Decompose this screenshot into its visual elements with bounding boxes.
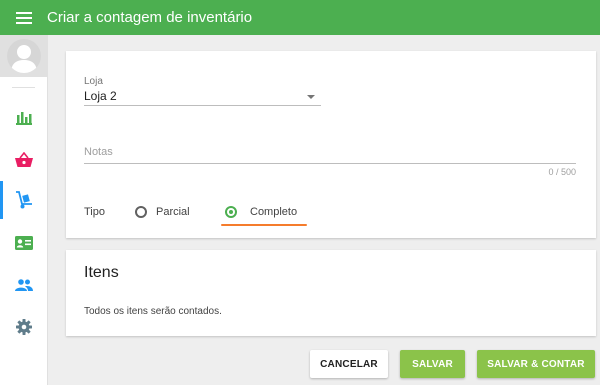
basket-icon <box>14 151 33 167</box>
store-select-value: Loja 2 <box>84 89 117 103</box>
page-title: Criar a contagem de inventário <box>47 9 253 26</box>
notes-underline <box>84 163 576 164</box>
selection-highlight <box>221 224 307 226</box>
count-form-card: Loja Loja 2 Notas 0 / 500 Tipo Parcial C… <box>66 51 596 238</box>
store-select-underline <box>84 105 321 106</box>
radio-parcial[interactable] <box>135 206 147 218</box>
cancel-button[interactable]: CANCELAR <box>310 350 388 378</box>
notes-input[interactable]: Notas <box>84 146 113 158</box>
menu-button[interactable] <box>0 0 47 35</box>
save-button[interactable]: SALVAR <box>400 350 465 378</box>
avatar[interactable] <box>6 39 41 73</box>
gear-icon <box>15 319 32 335</box>
bar-chart-icon <box>15 112 32 125</box>
people-icon <box>14 279 33 291</box>
sidebar-item-settings[interactable] <box>0 308 47 346</box>
sidebar-item-reports[interactable] <box>0 99 47 137</box>
hamburger-menu-icon <box>15 11 32 24</box>
sidebar-item-inventory[interactable] <box>0 181 47 219</box>
items-card: Itens Todos os itens serão contados. <box>66 250 596 336</box>
notes-counter: 0 / 500 <box>548 167 576 177</box>
radio-completo[interactable] <box>225 206 237 218</box>
avatar-area[interactable] <box>0 35 47 77</box>
sidebar-item-customers[interactable] <box>0 224 47 262</box>
radio-parcial-label[interactable]: Parcial <box>156 206 190 218</box>
chevron-down-icon <box>307 95 315 99</box>
id-card-icon <box>14 236 33 250</box>
hand-truck-icon <box>15 191 32 209</box>
sidebar <box>0 35 48 385</box>
app-header: Criar a contagem de inventário <box>0 0 600 35</box>
user-avatar-icon <box>10 45 37 73</box>
sidebar-divider <box>12 87 35 88</box>
save-and-count-button[interactable]: SALVAR & CONTAR <box>477 350 595 378</box>
store-label: Loja <box>84 76 103 87</box>
sidebar-item-employees[interactable] <box>0 266 47 304</box>
main-content: Loja Loja 2 Notas 0 / 500 Tipo Parcial C… <box>47 35 600 385</box>
sidebar-item-sales[interactable] <box>0 140 47 178</box>
items-description: Todos os itens serão contados. <box>84 306 222 317</box>
items-title: Itens <box>84 264 119 281</box>
radio-completo-label[interactable]: Completo <box>250 206 297 218</box>
type-label: Tipo <box>84 206 105 218</box>
